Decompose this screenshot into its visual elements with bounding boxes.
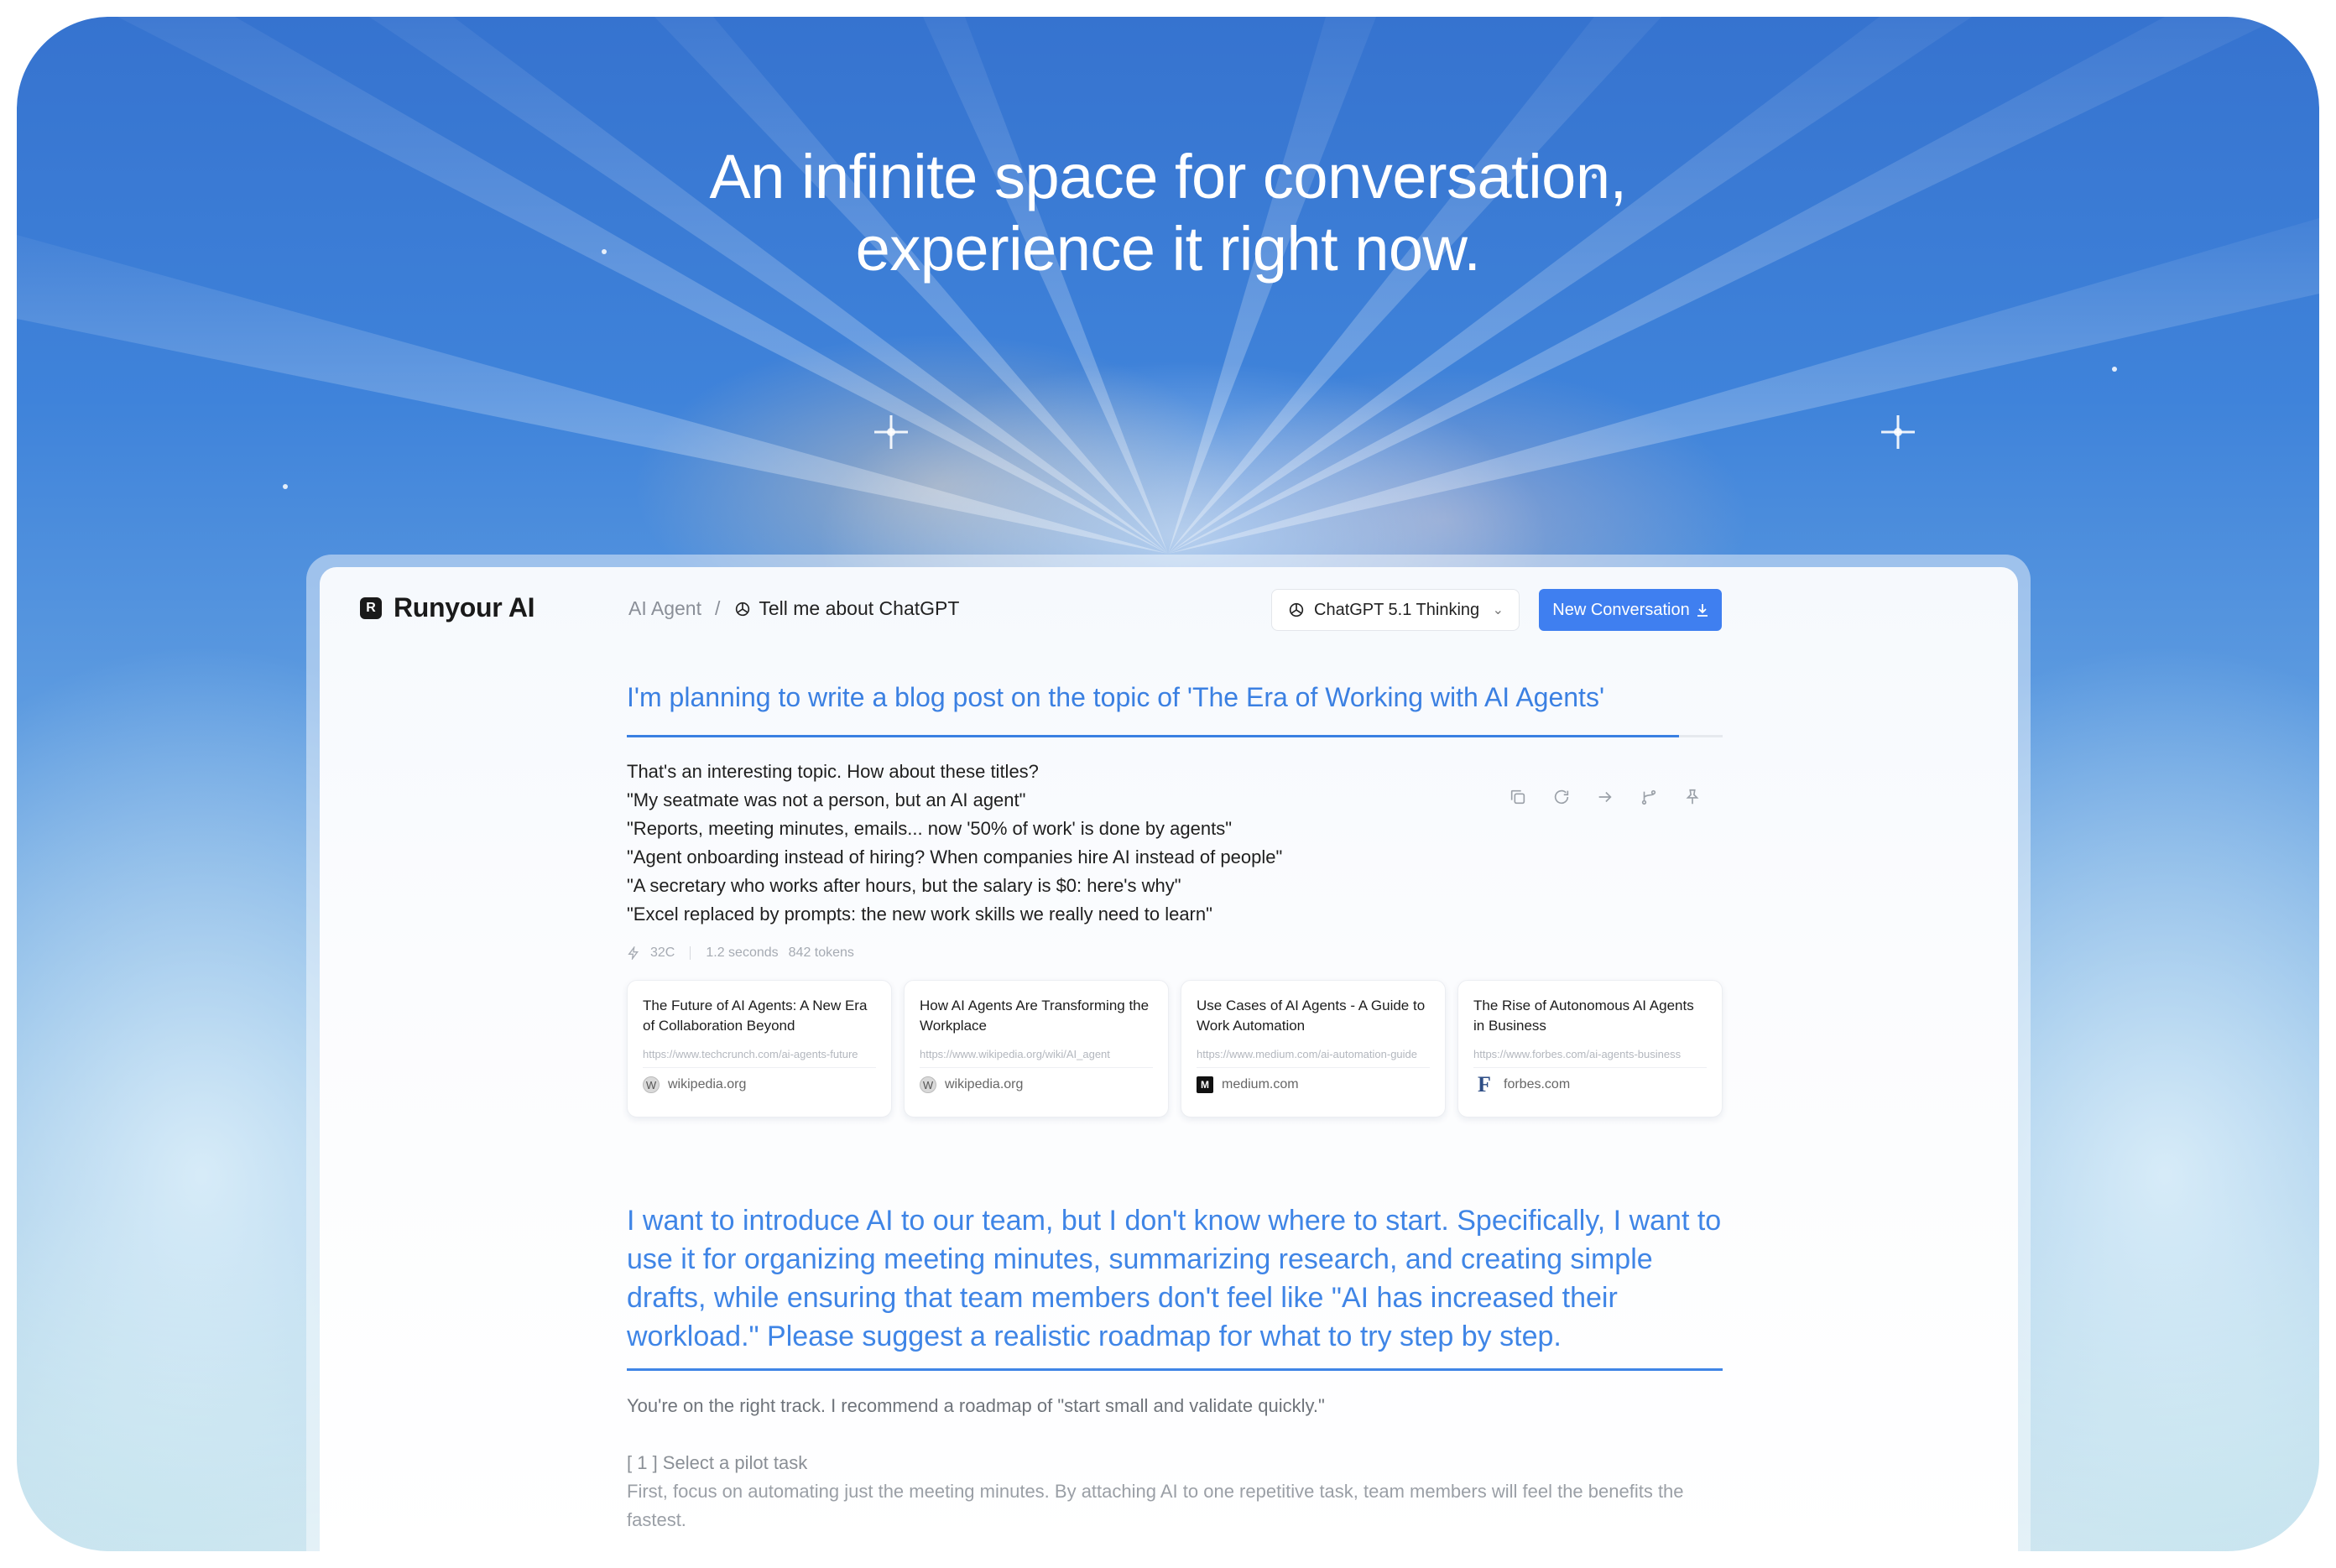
openai-icon: [736, 602, 750, 616]
brand-logo[interactable]: R Runyour AI: [360, 592, 535, 623]
source-site: F forbes.com: [1473, 1072, 1707, 1097]
answer-1-line: "Excel replaced by prompts: the new work…: [627, 904, 1212, 925]
user-question-1: I'm planning to write a blog post on the…: [627, 682, 1605, 712]
openai-icon: [1289, 602, 1304, 617]
app-window: R Runyour AI AI Agent / Tell me about Ch…: [320, 567, 2018, 1568]
breadcrumb-current: Tell me about ChatGPT: [733, 597, 959, 620]
lightning-icon: [628, 946, 639, 960]
source-card[interactable]: The Rise of Autonomous AI Agents in Busi…: [1457, 980, 1723, 1117]
answer-2-step-body: First, focus on automating just the meet…: [627, 1481, 1684, 1530]
source-url: https://www.wikipedia.org/wiki/AI_agent: [920, 1048, 1110, 1060]
breadcrumb-parent[interactable]: AI Agent: [628, 597, 701, 620]
credits-used: 32C: [650, 945, 675, 960]
new-conversation-button[interactable]: New Conversation: [1539, 589, 1722, 631]
model-selector[interactable]: ChatGPT 5.1 Thinking ⌄: [1271, 589, 1520, 631]
meta-divider: [690, 946, 691, 960]
pin-icon[interactable]: [1682, 787, 1702, 807]
model-selector-value: ChatGPT 5.1 Thinking: [1314, 600, 1480, 619]
copy-icon[interactable]: [1508, 787, 1528, 807]
answer-1-line: "Agent onboarding instead of hiring? Whe…: [627, 847, 1283, 867]
source-site-name: wikipedia.org: [668, 1077, 747, 1091]
source-card[interactable]: Use Cases of AI Agents - A Guide to Work…: [1181, 980, 1446, 1117]
source-site-name: wikipedia.org: [945, 1077, 1024, 1091]
source-title: Use Cases of AI Agents - A Guide to Work…: [1197, 998, 1426, 1034]
share-icon[interactable]: [1595, 787, 1615, 807]
forbes-icon: F: [1478, 1072, 1491, 1097]
logo-text: Runyour AI: [394, 592, 535, 623]
assistant-answer-2: You're on the right track. I recommend a…: [627, 1392, 1726, 1534]
answer-1-line: "My seatmate was not a person, but an AI…: [627, 789, 1026, 810]
token-count: 842 tokens: [788, 945, 854, 960]
source-site: W wikipedia.org: [920, 1076, 1153, 1093]
source-divider: [1473, 1067, 1707, 1068]
source-url: https://www.medium.com/ai-automation-gui…: [1197, 1048, 1418, 1060]
source-title: The Future of AI Agents: A New Era of Co…: [643, 998, 868, 1034]
response-time: 1.2 seconds: [706, 945, 779, 960]
answer-2-step-title: [ 1 ] Select a pilot task: [627, 1452, 808, 1473]
medium-icon: M: [1197, 1076, 1213, 1093]
breadcrumb-current-label: Tell me about ChatGPT: [759, 597, 960, 619]
assistant-answer-1: That's an interesting topic. How about t…: [627, 758, 1282, 929]
source-title: The Rise of Autonomous AI Agents in Busi…: [1473, 998, 1694, 1034]
hero-headline: An infinite space for conversation, expe…: [17, 141, 2319, 285]
source-divider: [920, 1067, 1153, 1068]
wikipedia-icon: W: [920, 1076, 936, 1093]
breadcrumb-separator: /: [714, 597, 721, 619]
source-cards: The Future of AI Agents: A New Era of Co…: [627, 980, 1723, 1117]
source-title: How AI Agents Are Transforming the Workp…: [920, 998, 1150, 1034]
source-site-name: medium.com: [1222, 1077, 1299, 1091]
download-icon: [1697, 604, 1708, 617]
message-actions: [1508, 787, 1702, 807]
hero-headline-line2: experience it right now.: [855, 214, 1481, 284]
wikipedia-icon: W: [643, 1076, 660, 1093]
chevron-down-icon: ⌄: [1492, 603, 1504, 617]
question-1-underline: [627, 735, 1723, 737]
branch-icon[interactable]: [1639, 787, 1659, 807]
answer-1-line: "Reports, meeting minutes, emails... now…: [627, 818, 1233, 839]
source-site-name: forbes.com: [1504, 1077, 1571, 1091]
breadcrumb: AI Agent / Tell me about ChatGPT: [628, 597, 959, 620]
new-conversation-label: New Conversation: [1552, 600, 1690, 619]
source-url: https://www.techcrunch.com/ai-agents-fut…: [643, 1048, 858, 1060]
source-divider: [643, 1067, 876, 1068]
user-question-2: I want to introduce AI to our team, but …: [627, 1205, 1722, 1352]
answer-1-line: "A secretary who works after hours, but …: [627, 875, 1181, 896]
source-site: M medium.com: [1197, 1076, 1430, 1093]
answer-2-intro: You're on the right track. I recommend a…: [627, 1395, 1325, 1416]
source-card[interactable]: How AI Agents Are Transforming the Workp…: [904, 980, 1169, 1117]
logo-mark-icon: R: [360, 596, 382, 619]
source-site: W wikipedia.org: [643, 1076, 876, 1093]
answer-meta: 32C 1.2 seconds 842 tokens: [627, 945, 854, 961]
source-divider: [1197, 1067, 1430, 1068]
source-url: https://www.forbes.com/ai-agents-busines…: [1473, 1048, 1682, 1060]
hero-headline-line1: An infinite space for conversation,: [709, 142, 1627, 211]
question-2-underline: [627, 1368, 1723, 1371]
source-card[interactable]: The Future of AI Agents: A New Era of Co…: [627, 980, 892, 1117]
regenerate-icon[interactable]: [1551, 787, 1572, 807]
answer-1-line: That's an interesting topic. How about t…: [627, 761, 1039, 782]
